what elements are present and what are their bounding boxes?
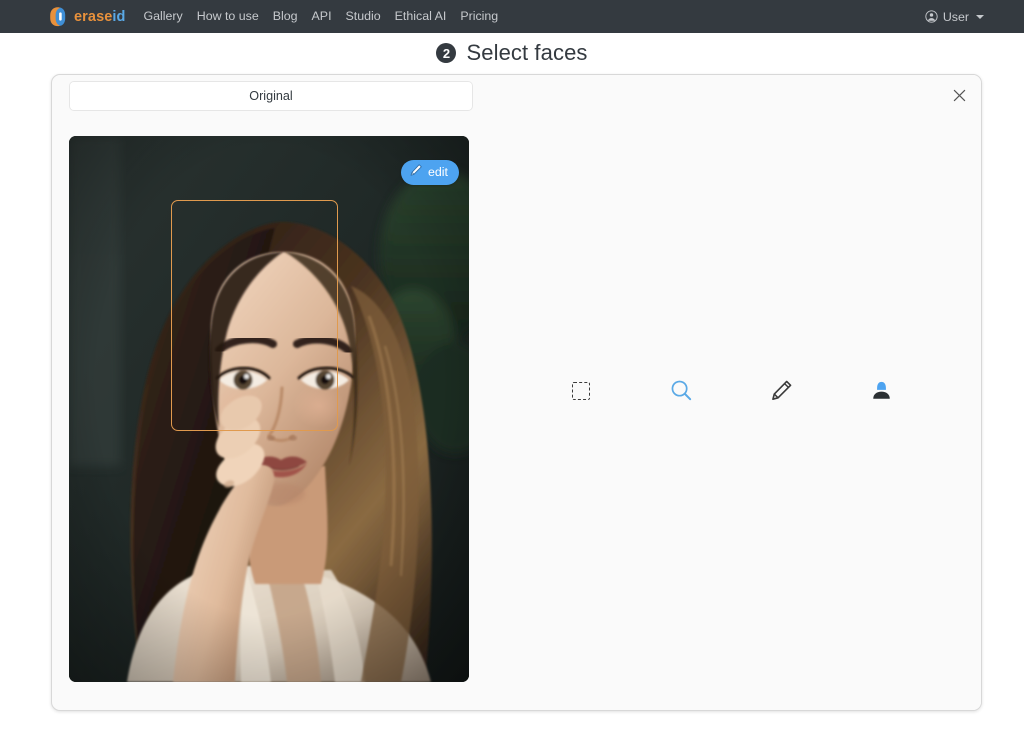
page-title: 2 Select faces [0, 34, 1024, 72]
brand-wordmark: eraseid [74, 9, 126, 25]
brand-logo[interactable]: eraseid [48, 6, 126, 27]
faces-result-panel [481, 75, 981, 710]
nav-link-how-to-use[interactable]: How to use [197, 10, 259, 22]
edit-button[interactable]: edit [401, 160, 459, 185]
user-circle-icon [925, 10, 938, 23]
nav-link-blog[interactable]: Blog [273, 10, 298, 22]
source-photo[interactable]: edit [69, 136, 469, 682]
image-tab-strip: Original [69, 81, 473, 111]
step-badge: 2 [436, 43, 456, 63]
selection-square-icon[interactable] [561, 371, 601, 411]
user-menu-label: User [943, 10, 969, 24]
pencil-icon [409, 163, 423, 182]
pencil-icon[interactable] [761, 371, 801, 411]
top-navbar: eraseid Gallery How to use Blog API Stud… [0, 0, 1024, 33]
person-icon[interactable] [861, 371, 901, 411]
close-icon[interactable] [946, 82, 972, 108]
brand-text-secondary: id [112, 9, 125, 25]
select-faces-card: Original [51, 74, 982, 711]
nav-link-gallery[interactable]: Gallery [144, 10, 183, 22]
chevron-down-icon [976, 15, 984, 19]
edit-button-label: edit [428, 166, 448, 178]
nav-link-studio[interactable]: Studio [346, 10, 381, 22]
detected-face-box[interactable] [171, 200, 338, 431]
nav-link-pricing[interactable]: Pricing [460, 10, 498, 22]
tab-original[interactable]: Original [70, 82, 472, 110]
user-menu[interactable]: User [925, 10, 1008, 24]
search-icon[interactable] [661, 371, 701, 411]
page-title-text: Select faces [466, 40, 587, 66]
eraseid-logo-icon [48, 6, 67, 27]
original-image-panel: Original [69, 81, 473, 682]
nav-link-ethical-ai[interactable]: Ethical AI [395, 10, 447, 22]
main-nav: Gallery How to use Blog API Studio Ethic… [144, 10, 499, 22]
nav-link-api[interactable]: API [312, 10, 332, 22]
brand-text-primary: erase [74, 9, 112, 25]
placeholder-icon-row [561, 371, 901, 411]
dashed-square-shape [572, 382, 590, 400]
